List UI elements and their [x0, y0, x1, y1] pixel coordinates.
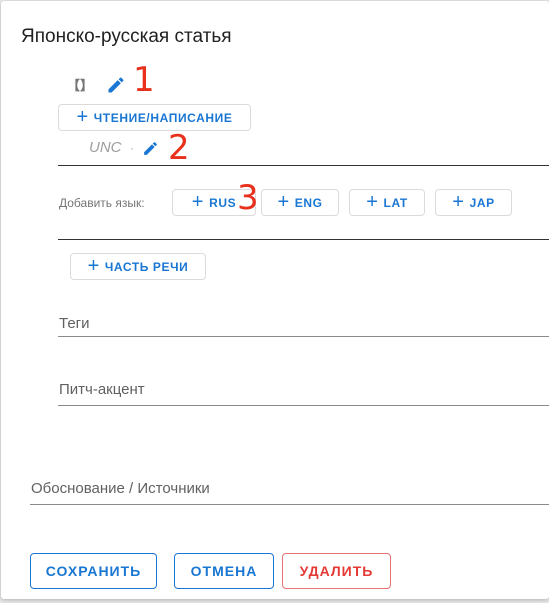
plus-icon: +: [277, 190, 290, 213]
add-language-jap-label: JAP: [469, 195, 495, 210]
pitch-accent-field-label: Питч-акцент: [59, 381, 145, 398]
pitch-accent-input[interactable]: [58, 405, 549, 406]
tags-input[interactable]: [58, 336, 549, 337]
sources-input[interactable]: [30, 504, 549, 505]
annotation-3: 3: [237, 178, 259, 218]
delete-button[interactable]: УДАЛИТЬ: [282, 553, 391, 589]
add-language-eng-button[interactable]: + ENG: [261, 189, 339, 216]
reading-divider: [58, 165, 549, 166]
add-language-jap-button[interactable]: + JAP: [435, 189, 512, 216]
language-divider: [58, 239, 549, 240]
edit-reading-pencil-icon[interactable]: [142, 140, 159, 157]
annotation-2: 2: [168, 128, 190, 168]
headword-bracket: 【】: [67, 78, 94, 93]
add-part-of-speech-label: ЧАСТЬ РЕЧИ: [104, 259, 189, 274]
plus-icon: +: [191, 190, 205, 213]
cancel-button[interactable]: ОТМЕНА: [174, 553, 274, 589]
add-language-lat-label: LAT: [383, 195, 408, 210]
plus-icon: +: [87, 254, 100, 277]
save-button[interactable]: СОХРАНИТЬ: [30, 553, 157, 589]
add-part-of-speech-button[interactable]: + ЧАСТЬ РЕЧИ: [70, 253, 206, 280]
add-reading-writing-label: ЧТЕНИЕ/НАПИСАНИЕ: [93, 110, 233, 125]
reading-separator: ·: [130, 141, 134, 155]
annotation-1: 1: [133, 60, 155, 100]
plus-icon: +: [366, 190, 379, 213]
add-language-eng-label: ENG: [294, 195, 323, 210]
add-reading-writing-button[interactable]: + ЧТЕНИЕ/НАПИСАНИЕ: [58, 104, 251, 131]
tags-field-label: Теги: [59, 315, 90, 332]
plus-icon: +: [452, 190, 465, 213]
plus-icon: +: [76, 105, 89, 128]
dialog-title: Японско-русская статья: [21, 26, 232, 47]
reading-value: UNC: [89, 139, 122, 156]
add-language-rus-label: RUS: [209, 195, 237, 210]
edit-headword-pencil-icon[interactable]: [106, 75, 126, 95]
sources-field-label: Обоснование / Источники: [31, 480, 210, 497]
add-language-lat-button[interactable]: + LAT: [349, 189, 425, 216]
add-language-label: Добавить язык:: [59, 196, 145, 210]
